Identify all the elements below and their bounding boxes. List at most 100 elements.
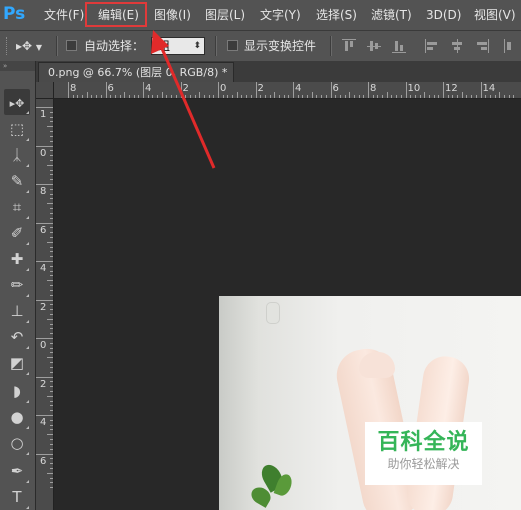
ruler-v-tick [47,395,53,397]
ruler-v-tick [50,208,53,210]
ruler-h-tick [218,82,219,98]
menu-view[interactable]: 视图(V) [474,6,516,24]
align-left-icon[interactable] [425,39,439,53]
collapse-panel-icon[interactable]: » [3,61,7,71]
brush-tool[interactable]: ✏ [4,272,30,298]
ruler-h-tick [133,95,135,98]
ruler-v-tick [50,405,53,407]
healing-brush-tool[interactable]: ✚ [4,246,30,272]
ruler-v-tick [50,477,53,479]
ruler-v-tick [50,256,53,258]
ruler-h-tick [457,95,459,98]
eyedropper-tool[interactable]: ✐ [4,220,30,246]
ruler-h-label: 8 [370,83,377,94]
distribute-icon[interactable] [504,39,518,53]
document-tab[interactable]: 0.png @ 66.7% (图层 0, RGB/8) * [38,62,234,82]
tool-group-corner-icon [26,372,29,375]
paint-bucket-tool[interactable]: ◗ [4,378,30,404]
ruler-v-tick [50,155,53,157]
ruler-h-tick [372,95,374,98]
ruler-h-tick [246,95,248,98]
ruler-v-tick [50,265,53,267]
tool-group-corner-icon [26,216,29,219]
ruler-v-tick [50,246,53,248]
align-vcenter-icon[interactable] [367,39,381,53]
horizontal-ruler[interactable]: 8 6 4 2 0 2 4 6 8 10 12 14 [54,82,521,99]
ruler-h-tick [152,95,154,98]
align-hcenter-icon[interactable] [450,39,464,53]
ruler-v-tick [47,241,53,243]
watermark-subtitle: 助你轻松解决 [387,457,460,471]
ruler-h-tick [232,95,234,98]
ruler-h-tick [161,92,163,98]
tool-group-corner-icon [26,242,29,245]
ruler-v-tick [47,203,53,205]
menu-image[interactable]: 图像(I) [154,6,191,24]
type-tool-icon: T [12,488,22,506]
ruler-h-label: 2 [257,83,264,94]
dodge-tool[interactable]: ○ [4,430,30,456]
ruler-h-label: 4 [145,83,152,94]
brush-tool-icon: ✏ [10,276,24,294]
ruler-v-label: 4 [40,417,47,428]
menu-3d[interactable]: 3D(D) [426,6,461,24]
options-separator [56,36,58,56]
show-transform-checkbox[interactable] [227,40,238,51]
clone-stamp-tool[interactable]: ⊥ [4,298,30,324]
ruler-h-tick [105,82,107,98]
tool-group-corner-icon [26,268,29,271]
auto-select-checkbox[interactable] [66,40,77,51]
menu-layer[interactable]: 图层(L) [205,6,245,24]
lasso-tool[interactable]: ᛣ [4,142,30,168]
ruler-h-label: 4 [295,83,302,94]
ruler-h-tick [119,95,121,98]
vertical-ruler[interactable]: 1086420246 [36,99,54,510]
ruler-v-label: 2 [40,378,47,390]
move-tool-preset-icon[interactable]: ▸✥ ▼ [16,36,54,56]
blur-tool[interactable]: ● [4,404,30,430]
marquee-tool[interactable]: ⬚ [4,116,30,142]
ruler-h-tick [471,95,473,98]
ruler-v-tick [50,135,53,137]
align-bottom-icon[interactable] [392,39,406,53]
menu-filter[interactable]: 滤镜(T) [371,6,412,24]
blur-tool-icon: ● [10,408,24,426]
ruler-h-tick [396,95,398,98]
tool-group-corner-icon [26,164,29,167]
ruler-h-tick [513,95,515,98]
history-brush-tool-icon: ↶ [10,328,24,346]
photoshop-logo[interactable]: Ps [3,2,25,26]
pen-tool[interactable]: ✒ [4,458,30,484]
ruler-v-tick [50,294,53,296]
type-tool[interactable]: T [4,484,30,510]
ruler-v-tick [50,410,53,412]
options-separator [330,36,332,56]
ruler-h-tick [91,95,93,98]
tools-panel-header[interactable]: » [0,61,35,71]
auto-select-dropdown[interactable]: 组 ⬍ [151,37,205,55]
ruler-h-tick [283,95,285,98]
align-top-icon[interactable] [342,39,356,53]
ruler-v-tick [47,318,53,320]
ruler-h-tick [405,82,407,98]
ruler-v-tick [50,227,53,229]
image-foot [359,352,395,378]
ruler-h-label: 6 [332,83,339,94]
eraser-tool[interactable]: ◩ [4,350,30,376]
align-right-icon[interactable] [475,39,489,53]
move-tool[interactable]: ▸✥ [4,89,30,115]
ruler-origin[interactable] [36,82,54,99]
ruler-v-label: 8 [40,186,47,197]
quick-select-tool[interactable]: ✎ [4,168,30,194]
options-bar-grip[interactable] [6,37,9,55]
healing-brush-tool-icon: ✚ [10,250,24,268]
crop-tool[interactable]: ⌗ [4,194,30,220]
menu-type[interactable]: 文字(Y) [260,6,301,24]
menu-select[interactable]: 选择(S) [316,6,357,24]
history-brush-tool[interactable]: ↶ [4,324,30,350]
ruler-v-tick [36,453,53,455]
menu-file[interactable]: 文件(F) [44,6,84,24]
ruler-v-tick [50,347,53,349]
ruler-h-tick [278,95,280,98]
ruler-h-tick [508,95,510,98]
